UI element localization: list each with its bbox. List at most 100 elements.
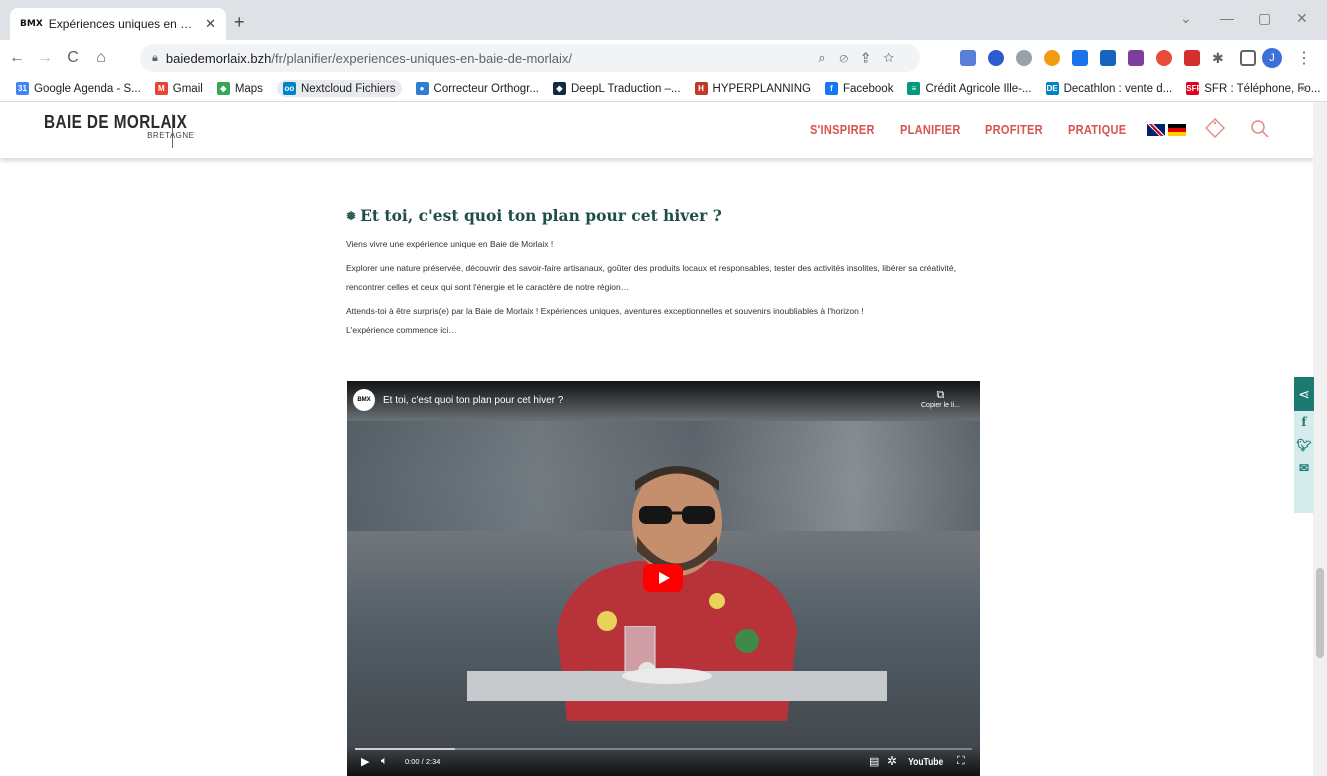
- window-close-icon[interactable]: ✕: [1296, 10, 1308, 27]
- pdf-extension-icon[interactable]: [1184, 50, 1200, 66]
- bookmark-item[interactable]: oo Nextcloud Fichiers: [276, 80, 402, 97]
- bookmark-item[interactable]: H HYPERPLANNING: [694, 82, 811, 95]
- copy-link-label: Copier le li...: [921, 402, 960, 409]
- tab-search-icon[interactable]: ⌄: [1180, 10, 1192, 27]
- heading-text: Et toi, c'est quoi ton plan pour cet hiv…: [360, 206, 722, 225]
- settings-icon[interactable]: ✲: [887, 754, 897, 768]
- bookmark-label: Facebook: [842, 82, 894, 95]
- extension-icon[interactable]: [988, 50, 1004, 66]
- youtube-logo[interactable]: YouTube: [908, 757, 943, 768]
- extension-icon[interactable]: [1044, 50, 1060, 66]
- side-panel-icon[interactable]: [1240, 50, 1256, 66]
- progress-bar[interactable]: [355, 748, 972, 750]
- bank-icon: ≡: [907, 82, 921, 95]
- bookmark-label: Crédit Agricole Ille-...: [925, 82, 1032, 95]
- bookmark-label: DeepL Traduction –...: [571, 82, 681, 95]
- nav-planifier[interactable]: PLANIFIER: [900, 122, 961, 137]
- nextcloud-icon: oo: [282, 82, 296, 95]
- extensions-bar: ✱: [960, 50, 1256, 66]
- time-display: 0:00 / 2:34: [405, 757, 441, 766]
- nav-sinspirer[interactable]: S'INSPIRER: [810, 122, 875, 137]
- plate-and-glass: [622, 626, 712, 684]
- progress-loaded: [355, 748, 455, 750]
- email-share-icon[interactable]: ✉: [1294, 457, 1314, 480]
- video-top-bar: BMX Et toi, c'est quoi ton plan pour cet…: [347, 381, 980, 419]
- back-icon[interactable]: ←: [6, 49, 28, 67]
- bookmarks-overflow-icon[interactable]: »: [1300, 81, 1307, 95]
- page-scrollbar[interactable]: [1313, 102, 1327, 776]
- tab-title: Expériences uniques en Baie de M: [48, 17, 199, 31]
- fullscreen-icon[interactable]: ⛶: [957, 755, 965, 768]
- site-logo[interactable]: BAIE DE MORLAIX BRETAGNE: [44, 112, 213, 140]
- search-icon[interactable]: [1250, 119, 1270, 139]
- facebook-share-icon[interactable]: f: [1294, 411, 1314, 434]
- gmail-icon: M: [154, 82, 168, 95]
- article-content: ❅ Et toi, c'est quoi ton plan pour cet h…: [346, 206, 986, 340]
- home-icon[interactable]: ⌂: [90, 49, 112, 67]
- description-paragraph: Explorer une nature préservée, découvrir…: [346, 263, 956, 292]
- menu-icon[interactable]: ⋮: [1296, 48, 1312, 68]
- bookmark-label: Correcteur Orthogr...: [433, 82, 539, 95]
- extension-icon[interactable]: [1100, 50, 1116, 66]
- extension-icon[interactable]: [960, 50, 976, 66]
- surprise-line: Attends-toi à être surpris(e) par la Bai…: [346, 306, 864, 316]
- play-small-icon[interactable]: ▶: [361, 755, 369, 768]
- omnibox-action-icons[interactable]: ⌕⊘⇪☆: [818, 50, 908, 66]
- bookmark-item[interactable]: ≡ Crédit Agricole Ille-...: [907, 82, 1032, 95]
- extension-icon[interactable]: [1016, 50, 1032, 66]
- deepl-icon: ◆: [553, 82, 566, 95]
- bookmark-item[interactable]: ◆ DeepL Traduction –...: [553, 82, 681, 95]
- puzzle-icon[interactable]: ✱: [1212, 50, 1228, 66]
- bookmark-item[interactable]: DE Decathlon : vente d...: [1045, 82, 1173, 95]
- logo-title: BAIE DE MORLAIX: [44, 112, 188, 132]
- bookmark-label: Gmail: [172, 82, 203, 95]
- copy-icon: ⧉: [936, 389, 945, 401]
- channel-logo[interactable]: BMX: [353, 389, 375, 411]
- url-path: /fr/planifier/experiences-uniques-en-bai…: [271, 50, 572, 66]
- browser-toolbar: ← → C ⌂ 🔒︎ baiedemorlaix.bzh /fr/planifi…: [0, 40, 1327, 76]
- start-line: L'expérience commence ici…: [346, 325, 457, 335]
- twitter-share-icon[interactable]: 🐦︎: [1294, 434, 1314, 457]
- reload-icon[interactable]: C: [62, 49, 84, 67]
- youtube-video-player[interactable]: BMX Et toi, c'est quoi ton plan pour cet…: [347, 381, 980, 776]
- calendar-icon: 31: [16, 82, 29, 95]
- copy-link-button[interactable]: ⧉ Copier le li...: [921, 389, 960, 409]
- close-tab-icon[interactable]: ✕: [205, 16, 216, 32]
- section-heading: ❅ Et toi, c'est quoi ton plan pour cet h…: [346, 206, 986, 225]
- bookmarks-bar: 31 Google Agenda - S... M Gmail ◆ Maps oo Nextc…: [0, 76, 1327, 102]
- bookmark-item[interactable]: ● Correcteur Orthogr...: [415, 82, 539, 95]
- extension-icon[interactable]: [1072, 50, 1088, 66]
- play-button[interactable]: [643, 564, 683, 592]
- address-bar[interactable]: 🔒︎ baiedemorlaix.bzh /fr/planifier/exper…: [140, 44, 920, 72]
- video-title[interactable]: Et toi, c'est quoi ton plan pour cet hiv…: [383, 395, 563, 406]
- browser-tab[interactable]: BMX Expériences uniques en Baie de M ✕: [10, 8, 226, 40]
- bookmark-item[interactable]: M Gmail: [154, 82, 203, 95]
- scrollbar-thumb[interactable]: [1316, 568, 1324, 658]
- bookmark-item[interactable]: ◆ Maps: [216, 82, 263, 95]
- surprise-paragraph: Attends-toi à être surpris(e) par la Bai…: [346, 302, 986, 340]
- extension-icon[interactable]: [1128, 50, 1144, 66]
- profile-avatar[interactable]: J: [1262, 48, 1282, 68]
- forward-icon[interactable]: →: [34, 49, 56, 67]
- bookmark-item[interactable]: 31 Google Agenda - S...: [16, 82, 141, 95]
- volume-icon[interactable]: 🔈︎: [381, 755, 388, 768]
- subtitles-icon[interactable]: ▤: [869, 755, 879, 768]
- sfr-icon: SFR: [1186, 82, 1203, 95]
- lock-icon[interactable]: 🔒︎: [152, 52, 158, 65]
- english-flag-icon[interactable]: [1147, 124, 1165, 136]
- facebook-icon: f: [824, 82, 838, 95]
- nav-pratique[interactable]: PRATIQUE: [1068, 122, 1126, 137]
- extension-icon[interactable]: [1156, 50, 1172, 66]
- german-flag-icon[interactable]: [1168, 124, 1186, 136]
- hyperplanning-icon: H: [694, 82, 708, 95]
- bookmark-item[interactable]: f Facebook: [824, 82, 894, 95]
- bookmark-label: Decathlon : vente d...: [1063, 82, 1173, 95]
- url-host: baiedemorlaix.bzh: [165, 50, 272, 66]
- nav-profiter[interactable]: PROFITER: [985, 122, 1043, 137]
- minimize-icon[interactable]: —: [1220, 10, 1234, 26]
- maximize-icon[interactable]: ▢: [1258, 10, 1271, 27]
- tag-icon[interactable]: [1205, 118, 1225, 138]
- bookmark-label: Maps: [234, 82, 263, 95]
- new-tab-icon[interactable]: +: [234, 12, 245, 33]
- share-icon[interactable]: ⋖: [1294, 377, 1314, 411]
